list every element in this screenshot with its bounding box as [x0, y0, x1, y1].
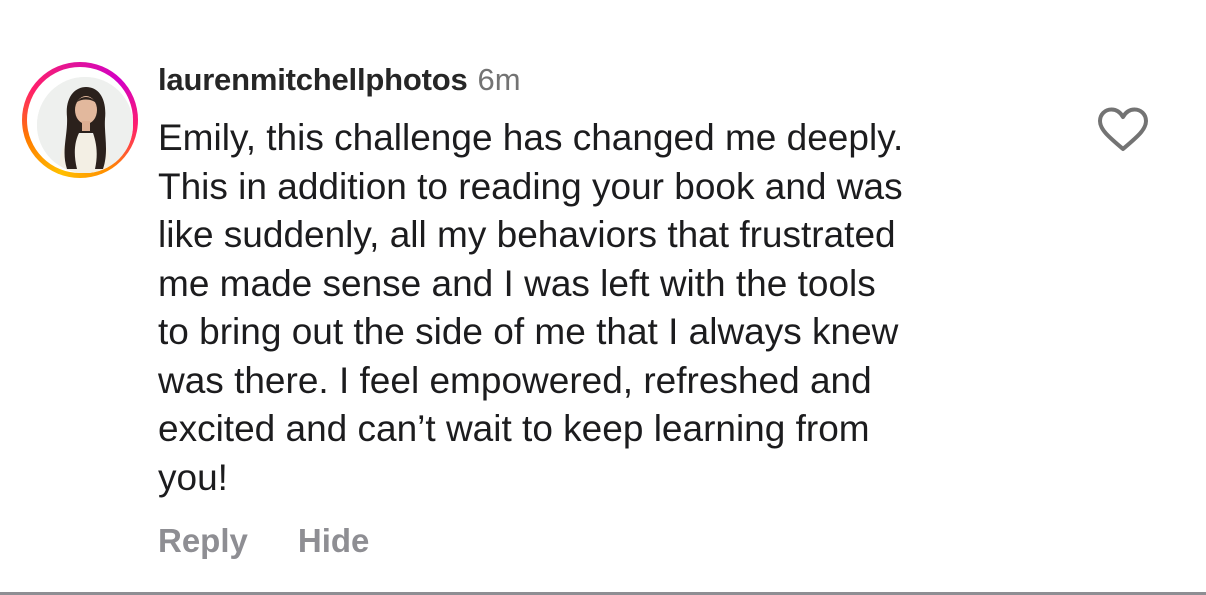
comment-text-line: me made sense and I was left with the to… [158, 262, 876, 304]
comment-text-line: Emily, this challenge has changed me dee… [158, 117, 904, 158]
comment-text-line: you! [158, 456, 228, 498]
like-button[interactable] [1097, 106, 1149, 154]
avatar[interactable] [37, 77, 133, 173]
hide-button[interactable]: Hide [298, 522, 370, 560]
comment-header: laurenmitchellphotos 6m [158, 62, 521, 102]
comment-text-line: was there. I feel empowered, refreshed a… [158, 359, 872, 401]
story-ring[interactable] [22, 62, 138, 178]
avatar-photo [37, 77, 133, 173]
reply-button[interactable]: Reply [158, 522, 248, 560]
comment-text-line: to bring out the side of me that I alway… [158, 311, 899, 352]
comment-text-line: excited and can’t wait to keep learning … [158, 408, 870, 449]
comment-text-line: like suddenly, all my behaviors that fru… [158, 214, 896, 255]
username-link[interactable]: laurenmitchellphotos [158, 62, 468, 98]
comment-text-line: This in addition to reading your book an… [158, 165, 903, 207]
avatar-frame [27, 67, 133, 173]
comment-item: laurenmitchellphotos 6m Emily, this chal… [0, 0, 1206, 592]
comment-actions: Reply Hide [158, 522, 369, 560]
comment-text: Emily, this challenge has changed me dee… [158, 114, 1048, 502]
comment-timestamp: 6m [477, 62, 521, 97]
heart-outline-icon [1098, 107, 1148, 151]
